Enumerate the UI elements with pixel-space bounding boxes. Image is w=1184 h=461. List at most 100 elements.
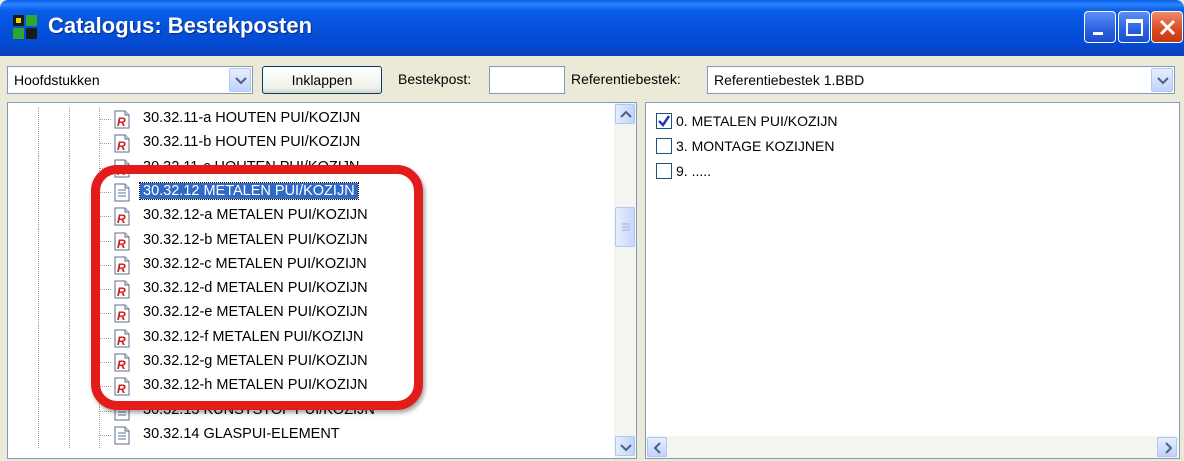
view-select-value: Hoofdstukken — [14, 72, 100, 88]
tree-guide-lines — [38, 204, 112, 230]
tree-guide-lines — [38, 107, 112, 132]
svg-text:R: R — [117, 382, 126, 396]
title-bar[interactable]: Catalogus: Bestekposten — [0, 0, 1184, 56]
checkbox[interactable] — [656, 138, 672, 154]
chevron-down-icon — [1157, 77, 1169, 85]
tree-guide-lines — [38, 301, 112, 327]
scroll-up-button[interactable] — [615, 104, 635, 124]
close-button[interactable] — [1151, 11, 1183, 43]
svg-text:R: R — [117, 285, 126, 299]
view-select[interactable]: Hoofdstukken — [7, 66, 253, 94]
chevron-up-icon — [620, 110, 632, 118]
checklist-item-label: 3. MONTAGE KOZIJNEN — [676, 138, 835, 154]
svg-text:R: R — [117, 164, 126, 178]
chevron-left-icon — [653, 442, 661, 454]
document-icon — [114, 183, 130, 202]
document-icon — [114, 402, 130, 421]
tree-item-label: 30.32.12-f METALEN PUI/KOZIJN — [143, 328, 364, 345]
red-r-document-icon: R — [114, 304, 130, 323]
tree-item[interactable]: R 30.32.12-h METALEN PUI/KOZIJN — [8, 374, 598, 400]
tree-item[interactable]: R 30.32.12-f METALEN PUI/KOZIJN — [8, 325, 598, 351]
tree-guide-lines — [38, 131, 112, 157]
tree-guide-lines — [38, 252, 112, 278]
tree-item-label: 30.32.12-b METALEN PUI/KOZIJN — [143, 231, 368, 248]
tree-item[interactable]: R 30.32.12-g METALEN PUI/KOZIJN — [8, 350, 598, 375]
svg-text:R: R — [117, 139, 126, 153]
checklist-item-label: 9. ..... — [676, 163, 712, 179]
tree-guide-lines — [38, 374, 112, 400]
svg-text:R: R — [117, 212, 126, 226]
view-select-dropdown[interactable] — [229, 68, 251, 92]
referentie-label: Referentiebestek: — [571, 71, 681, 87]
scroll-down-button[interactable] — [615, 436, 635, 456]
tree-item[interactable]: R 30.32.12-a METALEN PUI/KOZIJN — [8, 204, 598, 230]
tree-guide-lines — [38, 155, 112, 181]
tree-item[interactable]: 30.32.13 KUNSTSTOF PUI/KOZIJN — [8, 398, 598, 424]
red-r-document-icon: R — [114, 134, 130, 153]
minimize-icon — [1093, 32, 1103, 35]
window-title: Catalogus: Bestekposten — [48, 13, 313, 38]
tree-guide-lines — [38, 422, 112, 448]
checklist-horizontal-scrollbar[interactable] — [646, 436, 1179, 458]
red-r-document-icon: R — [114, 280, 130, 299]
tree-panel[interactable]: R 30.32.11-a HOUTEN PUI/KOZIJN R 30.32.11-b… — [7, 102, 637, 459]
red-r-document-icon: R — [114, 256, 130, 275]
scroll-left-button[interactable] — [647, 437, 667, 457]
tree-item-label: 30.32.11-b HOUTEN PUI/KOZIJN — [143, 134, 361, 151]
tree-item[interactable]: R 30.32.11-b HOUTEN PUI/KOZIJN — [8, 131, 598, 157]
toolbar: Hoofdstukken Inklappen Bestekpost: Refer… — [5, 56, 1179, 100]
tree-item-label: 30.32.13 KUNSTSTOF PUI/KOZIJN — [143, 401, 375, 418]
tree-item-label: 30.32.12 METALEN PUI/KOZIJN — [139, 181, 359, 200]
svg-text:R: R — [117, 237, 126, 251]
red-r-document-icon: R — [114, 159, 130, 178]
referentie-select[interactable]: Referentiebestek 1.BBD — [707, 66, 1175, 94]
red-r-document-icon: R — [114, 110, 130, 129]
scroll-right-button[interactable] — [1157, 437, 1177, 457]
tree-guide-lines — [38, 325, 112, 351]
svg-text:R: R — [117, 334, 126, 348]
svg-text:R: R — [117, 261, 126, 275]
checkbox[interactable] — [656, 113, 672, 129]
tree-item[interactable]: R 30.32.11-c HOUTEN PUI/KOZIJN — [8, 155, 598, 181]
tree-item[interactable]: R 30.32.12-c METALEN PUI/KOZIJN — [8, 252, 598, 278]
tree-item[interactable]: 30.32.12 METALEN PUI/KOZIJN — [8, 179, 598, 205]
tree-item[interactable]: R 30.32.11-a HOUTEN PUI/KOZIJN — [8, 107, 598, 132]
tree-item-label: 30.32.12-d METALEN PUI/KOZIJN — [143, 280, 368, 297]
svg-text:R: R — [117, 358, 126, 372]
chevron-down-icon — [235, 77, 247, 85]
bestekpost-label: Bestekpost: — [398, 71, 472, 87]
referentie-select-dropdown[interactable] — [1151, 68, 1173, 92]
svg-text:R: R — [117, 309, 126, 323]
maximize-button[interactable] — [1118, 11, 1150, 43]
tree-guide-lines — [38, 398, 112, 424]
tree-guide-lines — [38, 228, 112, 254]
maximize-icon — [1126, 19, 1143, 36]
bestekpost-input[interactable] — [489, 66, 565, 94]
tree-item[interactable]: 30.32.14 GLASPUI-ELEMENT — [8, 422, 598, 448]
checklist-item-label: 0. METALEN PUI/KOZIJN — [676, 113, 838, 129]
checkbox[interactable] — [656, 163, 672, 179]
tree-item[interactable]: R 30.32.12-d METALEN PUI/KOZIJN — [8, 277, 598, 303]
chevron-down-icon — [620, 444, 632, 452]
chevron-right-icon — [1165, 442, 1173, 454]
red-r-document-icon: R — [114, 353, 130, 372]
tree-item[interactable]: R 30.32.12-e METALEN PUI/KOZIJN — [8, 301, 598, 327]
collapse-button[interactable]: Inklappen — [262, 66, 382, 94]
app-icon — [13, 15, 37, 39]
checkmark-icon — [658, 115, 671, 127]
scroll-thumb[interactable] — [615, 207, 635, 247]
tree-vertical-scrollbar[interactable] — [614, 103, 636, 458]
close-icon — [1159, 19, 1176, 36]
minimize-button[interactable] — [1084, 11, 1116, 43]
red-r-document-icon: R — [114, 207, 130, 226]
tree-guide-lines — [38, 277, 112, 303]
tree-item-label: 30.32.12-c METALEN PUI/KOZIJN — [143, 255, 367, 272]
red-r-document-icon: R — [114, 329, 130, 348]
tree-item-label: 30.32.12-g METALEN PUI/KOZIJN — [143, 353, 368, 369]
tree-item-label: 30.32.12-h METALEN PUI/KOZIJN — [143, 377, 368, 394]
red-r-document-icon: R — [114, 232, 130, 251]
checklist-panel[interactable]: 0. METALEN PUI/KOZIJN 3. MONTAGE KOZIJNEN… — [645, 102, 1180, 459]
tree-guide-lines — [38, 179, 112, 205]
tree-item[interactable]: R 30.32.12-b METALEN PUI/KOZIJN — [8, 228, 598, 254]
svg-text:R: R — [117, 115, 126, 129]
